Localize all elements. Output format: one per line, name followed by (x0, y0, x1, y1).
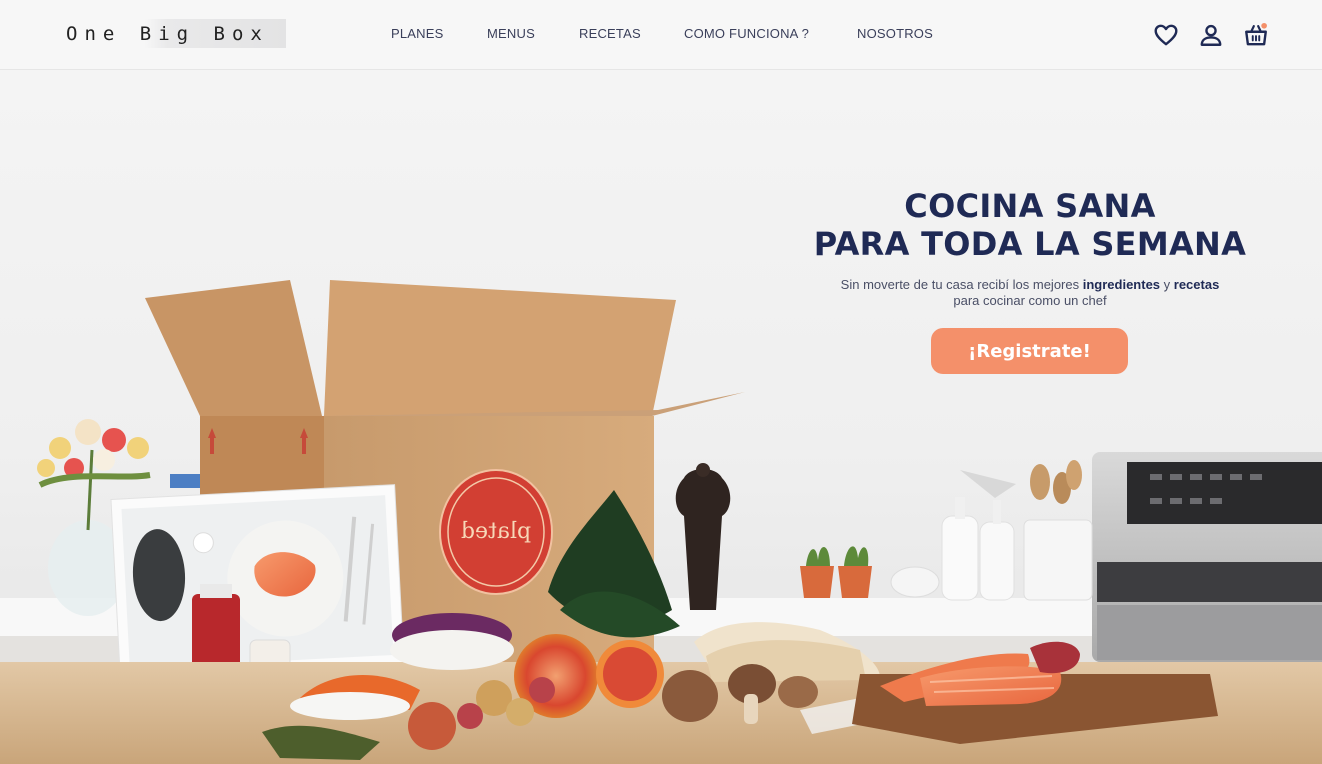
nav-item-como-funciona[interactable]: COMO FUNCIONA ? (684, 26, 809, 41)
hero-subtitle-text-1: Sin moverte de tu casa recibí los mejore… (840, 277, 1083, 292)
nav-item-menus[interactable]: MENUS (487, 26, 535, 41)
hero-title: COCINA SANA PARA TODA LA SEMANA (800, 187, 1260, 263)
nav-item-nosotros[interactable]: NOSOTROS (857, 26, 933, 41)
box-logo-text: plated (461, 519, 531, 544)
site-header: One Big Box PLANES MENUS RECETAS COMO FU… (0, 0, 1322, 70)
user-icon[interactable] (1198, 22, 1224, 48)
nav-item-recetas[interactable]: RECETAS (579, 26, 641, 41)
nav-item-planes[interactable]: PLANES (391, 26, 444, 41)
hero-title-line-1: COCINA SANA (904, 187, 1156, 225)
basket-icon[interactable] (1243, 22, 1269, 48)
register-button[interactable]: ¡Registrate! (931, 328, 1128, 374)
hero-subtitle: Sin moverte de tu casa recibí los mejore… (800, 277, 1260, 309)
cart-badge (1261, 22, 1267, 29)
hero-subtitle-text-2: y (1160, 277, 1174, 292)
hero-title-line-2: PARA TODA LA SEMANA (813, 225, 1247, 263)
hero-subtitle-bold-ingredientes: ingredientes (1082, 277, 1161, 292)
hero-subtitle-bold-recetas: recetas (1173, 277, 1220, 292)
heart-icon[interactable] (1153, 22, 1179, 48)
hero-subtitle-line-2: para cocinar como un chef (953, 293, 1107, 308)
hero-section: plated COCINA SANA PARA TODA LA SEMANA S… (0, 70, 1322, 764)
site-logo[interactable]: One Big Box (58, 19, 286, 48)
hero-background-image: plated (0, 280, 1322, 764)
